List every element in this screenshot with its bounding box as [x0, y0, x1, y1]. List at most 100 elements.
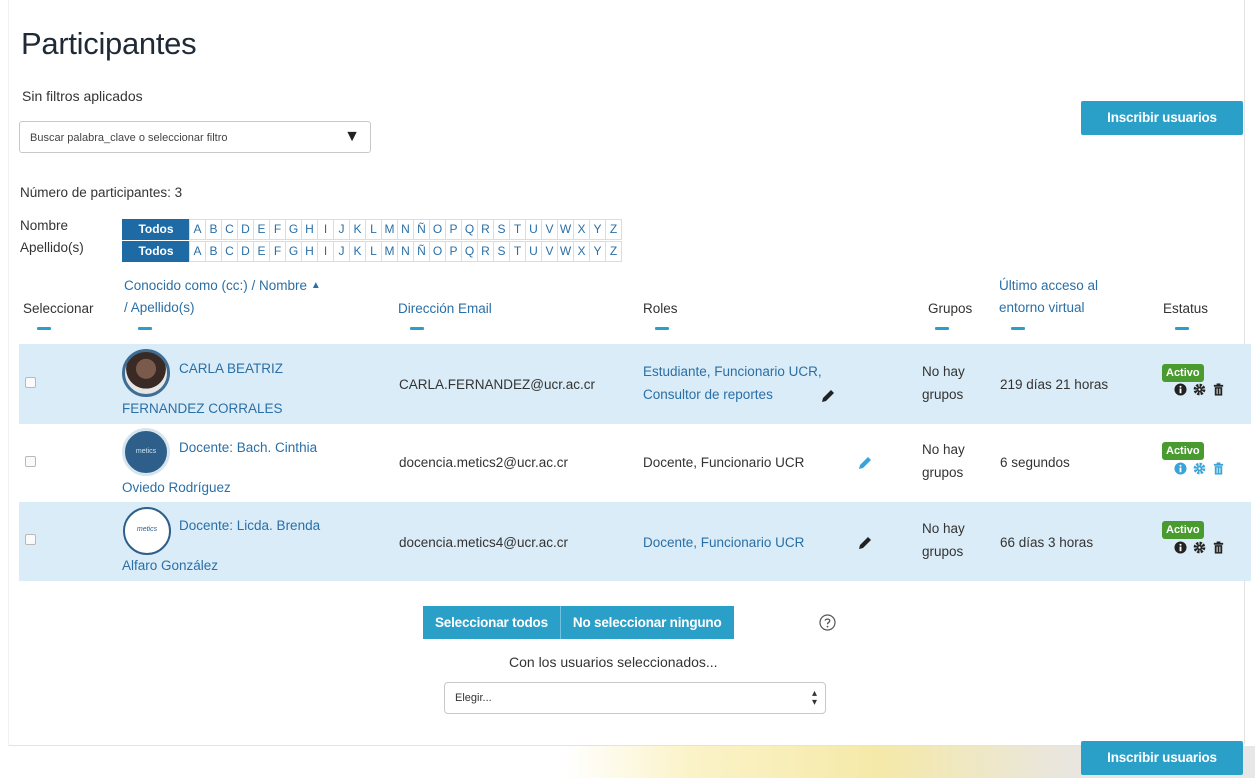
last-name-initial-letter[interactable]: D [237, 241, 254, 262]
avatar[interactable]: metics [122, 428, 170, 476]
last-name-initial-letter[interactable]: L [365, 241, 382, 262]
header-last-access-line2[interactable]: entorno virtual [999, 298, 1085, 317]
last-name-initial-letter[interactable]: N [397, 241, 414, 262]
first-name-initial-letter[interactable]: X [573, 219, 590, 240]
gear-icon[interactable] [1193, 462, 1206, 475]
collapse-icon[interactable] [138, 327, 152, 330]
first-name-initial-letter[interactable]: T [509, 219, 526, 240]
first-name-initial-letter[interactable]: C [221, 219, 238, 240]
first-name-initial-letter[interactable]: K [349, 219, 366, 240]
first-name-initial-letter[interactable]: L [365, 219, 382, 240]
collapse-icon[interactable] [1175, 327, 1189, 330]
last-name-initial-letter[interactable]: Y [589, 241, 606, 262]
bulk-action-select[interactable]: Elegir... ▴ ▾ [444, 682, 826, 714]
first-name-initial-letter[interactable]: S [493, 219, 510, 240]
first-name-initial-letter[interactable]: D [237, 219, 254, 240]
first-name-initial-letter[interactable]: E [253, 219, 270, 240]
trash-icon[interactable] [1212, 383, 1225, 396]
user-name-line1[interactable]: Docente: Bach. Cinthia [179, 437, 317, 459]
first-name-initial-letter[interactable]: Z [605, 219, 622, 240]
last-name-initial-letter[interactable]: S [493, 241, 510, 262]
first-name-initial-letter[interactable]: Y [589, 219, 606, 240]
last-name-initial-letter[interactable]: Q [461, 241, 478, 262]
first-name-initial-letter[interactable]: H [301, 219, 318, 240]
last-name-initial-letter[interactable]: H [301, 241, 318, 262]
first-name-initial-letter[interactable]: M [381, 219, 398, 240]
user-name-line1[interactable]: CARLA BEATRIZ [179, 358, 283, 380]
avatar[interactable]: metics [123, 507, 171, 555]
last-name-initial-letter[interactable]: U [525, 241, 542, 262]
first-name-initial-letter[interactable]: Ñ [413, 219, 430, 240]
user-roles-line1[interactable]: Docente, Funcionario UCR [643, 532, 804, 554]
first-name-initial-letter[interactable]: B [205, 219, 222, 240]
first-name-initial-letter[interactable]: Q [461, 219, 478, 240]
first-name-initial-letter[interactable]: J [333, 219, 350, 240]
pencil-icon[interactable] [857, 455, 873, 471]
last-name-initial-letter[interactable]: B [205, 241, 222, 262]
last-name-initial-letter[interactable]: M [381, 241, 398, 262]
first-name-initial-letter[interactable]: N [397, 219, 414, 240]
collapse-icon[interactable] [1011, 327, 1025, 330]
header-lastname-sort[interactable]: / Apellido(s) [124, 298, 195, 317]
pencil-icon[interactable] [820, 388, 836, 404]
last-name-initial-letter[interactable]: F [269, 241, 286, 262]
last-name-initial-letter[interactable]: I [317, 241, 334, 262]
last-name-initial-letter[interactable]: T [509, 241, 526, 262]
collapse-icon[interactable] [655, 327, 669, 330]
user-name-line2[interactable]: Alfaro González [122, 555, 218, 577]
last-name-initial-letter[interactable]: Ñ [413, 241, 430, 262]
last-name-initial-letter[interactable]: K [349, 241, 366, 262]
collapse-icon[interactable] [37, 327, 51, 330]
last-name-initial-letter[interactable]: C [221, 241, 238, 262]
last-name-initial-letter[interactable]: O [429, 241, 446, 262]
user-name-line2[interactable]: FERNANDEZ CORRALES [122, 398, 283, 420]
first-name-initial-letter[interactable]: P [445, 219, 462, 240]
last-name-initial-letter[interactable]: V [541, 241, 558, 262]
first-name-initial-all[interactable]: Todos [122, 219, 190, 240]
filter-select[interactable]: Buscar palabra_clave o seleccionar filtr… [19, 121, 371, 153]
last-name-initial-letter[interactable]: Z [605, 241, 622, 262]
gear-icon[interactable] [1193, 541, 1206, 554]
avatar[interactable] [122, 349, 170, 397]
last-name-initial-letter[interactable]: A [189, 241, 206, 262]
help-icon[interactable] [819, 614, 836, 631]
header-email[interactable]: Dirección Email [398, 299, 492, 318]
first-name-initial-letter[interactable]: G [285, 219, 302, 240]
enrol-users-button-bottom[interactable]: Inscribir usuarios [1081, 741, 1243, 775]
last-name-initial-letter[interactable]: E [253, 241, 270, 262]
last-name-initial-letter[interactable]: J [333, 241, 350, 262]
last-name-initial-letter[interactable]: W [557, 241, 574, 262]
enrol-users-button[interactable]: Inscribir usuarios [1081, 101, 1243, 135]
user-roles-line1[interactable]: Estudiante, Funcionario UCR, [643, 361, 822, 383]
collapse-icon[interactable] [410, 327, 424, 330]
first-name-initial-letter[interactable]: F [269, 219, 286, 240]
select-all-button[interactable]: Seleccionar todos [423, 606, 560, 639]
trash-icon[interactable] [1212, 541, 1225, 554]
pencil-icon[interactable] [857, 535, 873, 551]
user-name-line2[interactable]: Oviedo Rodríguez [122, 477, 231, 499]
row-checkbox[interactable] [25, 456, 36, 467]
last-name-initial-all[interactable]: Todos [122, 241, 190, 262]
first-name-initial-letter[interactable]: O [429, 219, 446, 240]
header-name-sort[interactable]: Conocido como (cc:) / Nombre ▲ [124, 276, 321, 295]
info-icon[interactable] [1174, 383, 1187, 396]
first-name-initial-letter[interactable]: W [557, 219, 574, 240]
first-name-initial-letter[interactable]: A [189, 219, 206, 240]
header-last-access-line1[interactable]: Último acceso al [999, 276, 1098, 295]
row-checkbox[interactable] [25, 377, 36, 388]
first-name-initial-letter[interactable]: U [525, 219, 542, 240]
last-name-initial-letter[interactable]: G [285, 241, 302, 262]
select-none-button[interactable]: No seleccionar ninguno [559, 606, 734, 639]
gear-icon[interactable] [1193, 383, 1206, 396]
info-icon[interactable] [1174, 541, 1187, 554]
first-name-initial-letter[interactable]: R [477, 219, 494, 240]
user-roles-line2[interactable]: Consultor de reportes [643, 384, 773, 406]
first-name-initial-letter[interactable]: V [541, 219, 558, 240]
collapse-icon[interactable] [935, 327, 949, 330]
info-icon[interactable] [1174, 462, 1187, 475]
last-name-initial-letter[interactable]: R [477, 241, 494, 262]
trash-icon[interactable] [1212, 462, 1225, 475]
user-name-line1[interactable]: Docente: Licda. Brenda [179, 515, 320, 537]
row-checkbox[interactable] [25, 534, 36, 545]
first-name-initial-letter[interactable]: I [317, 219, 334, 240]
